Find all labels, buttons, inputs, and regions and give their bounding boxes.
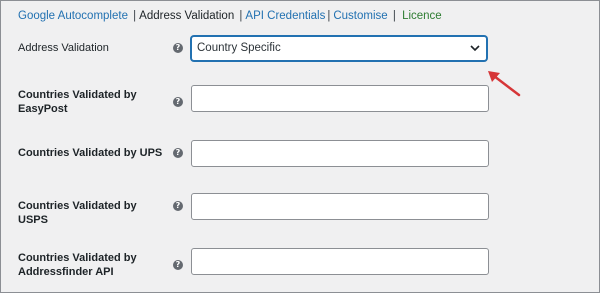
chevron-down-icon [470, 45, 480, 52]
ups-label: Countries Validated by UPS [18, 147, 163, 159]
settings-panel: Google Autocomplete | Address Validation … [0, 0, 600, 293]
usps-countries-input[interactable] [191, 193, 489, 220]
help-icon[interactable]: ? [173, 148, 183, 158]
address-validation-select[interactable]: Country Specific [191, 36, 487, 61]
tab-separator: | [327, 10, 331, 22]
usps-label: Countries Validated by USPS [18, 200, 137, 226]
tab-customise[interactable]: Customise [333, 10, 387, 22]
ups-countries-input[interactable] [191, 140, 489, 167]
easypost-countries-input[interactable] [191, 85, 489, 112]
tab-address-validation[interactable]: Address Validation [139, 10, 234, 22]
tab-separator: | [239, 10, 243, 22]
addressfinder-label: Countries Validated by Addressfinder API [18, 252, 137, 278]
help-icon[interactable]: ? [173, 201, 183, 211]
help-icon[interactable]: ? [173, 260, 183, 270]
tab-separator: | [392, 10, 396, 22]
help-icon[interactable]: ? [173, 97, 183, 107]
tab-api-credentials[interactable]: API Credentials [245, 10, 325, 22]
tab-licence[interactable]: Licence [402, 10, 442, 22]
address-validation-selected-value: Country Specific [197, 42, 281, 54]
easypost-label: Countries Validated by EasyPost [18, 89, 137, 115]
annotation-arrow-icon [488, 71, 521, 97]
help-icon[interactable]: ? [173, 43, 183, 53]
addressfinder-countries-input[interactable] [191, 248, 489, 275]
tab-google-autocomplete[interactable]: Google Autocomplete [18, 10, 128, 22]
tab-separator: | [133, 10, 137, 22]
address-validation-label: Address Validation [18, 42, 109, 54]
settings-tabs: Google Autocomplete | Address Validation … [18, 10, 442, 22]
